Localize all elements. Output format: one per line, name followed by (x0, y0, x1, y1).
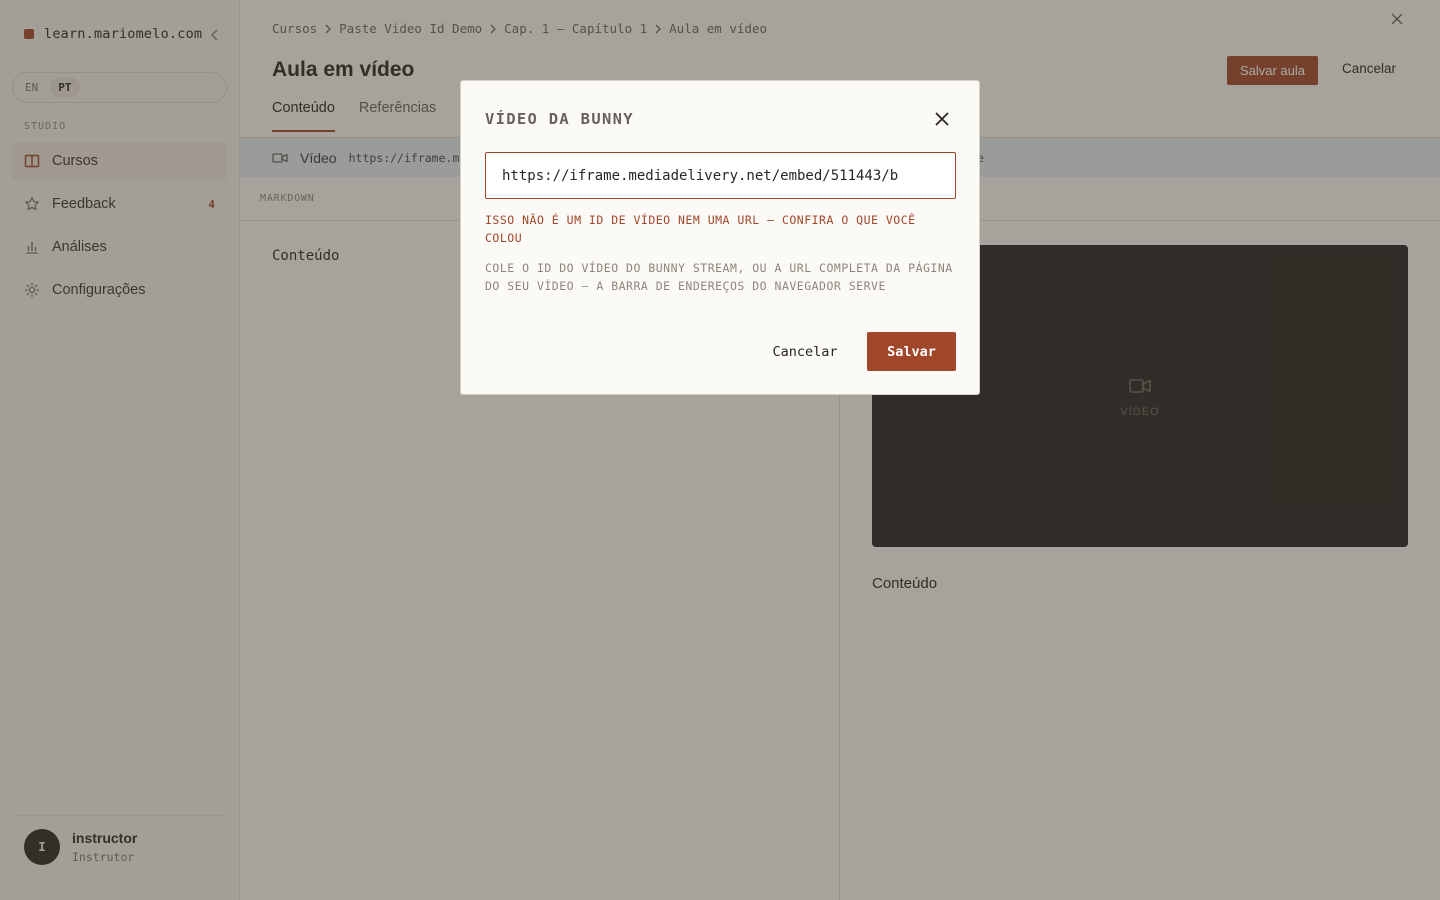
dialog-save-button[interactable]: Salvar (867, 332, 956, 371)
error-message: ISSO NÃO É UM ID DE VÍDEO NEM UMA URL — … (485, 213, 916, 245)
help-text: COLE O ID DO VÍDEO DO BUNNY STREAM, OU A… (485, 261, 953, 293)
dialog-title: VÍDEO DA BUNNY (485, 110, 634, 128)
close-icon[interactable] (933, 110, 951, 128)
video-url-input[interactable] (485, 152, 956, 199)
bunny-video-dialog: VÍDEO DA BUNNY ISSO NÃO É UM ID DE VÍDEO… (460, 80, 980, 395)
dialog-cancel-button[interactable]: Cancelar (761, 333, 849, 371)
